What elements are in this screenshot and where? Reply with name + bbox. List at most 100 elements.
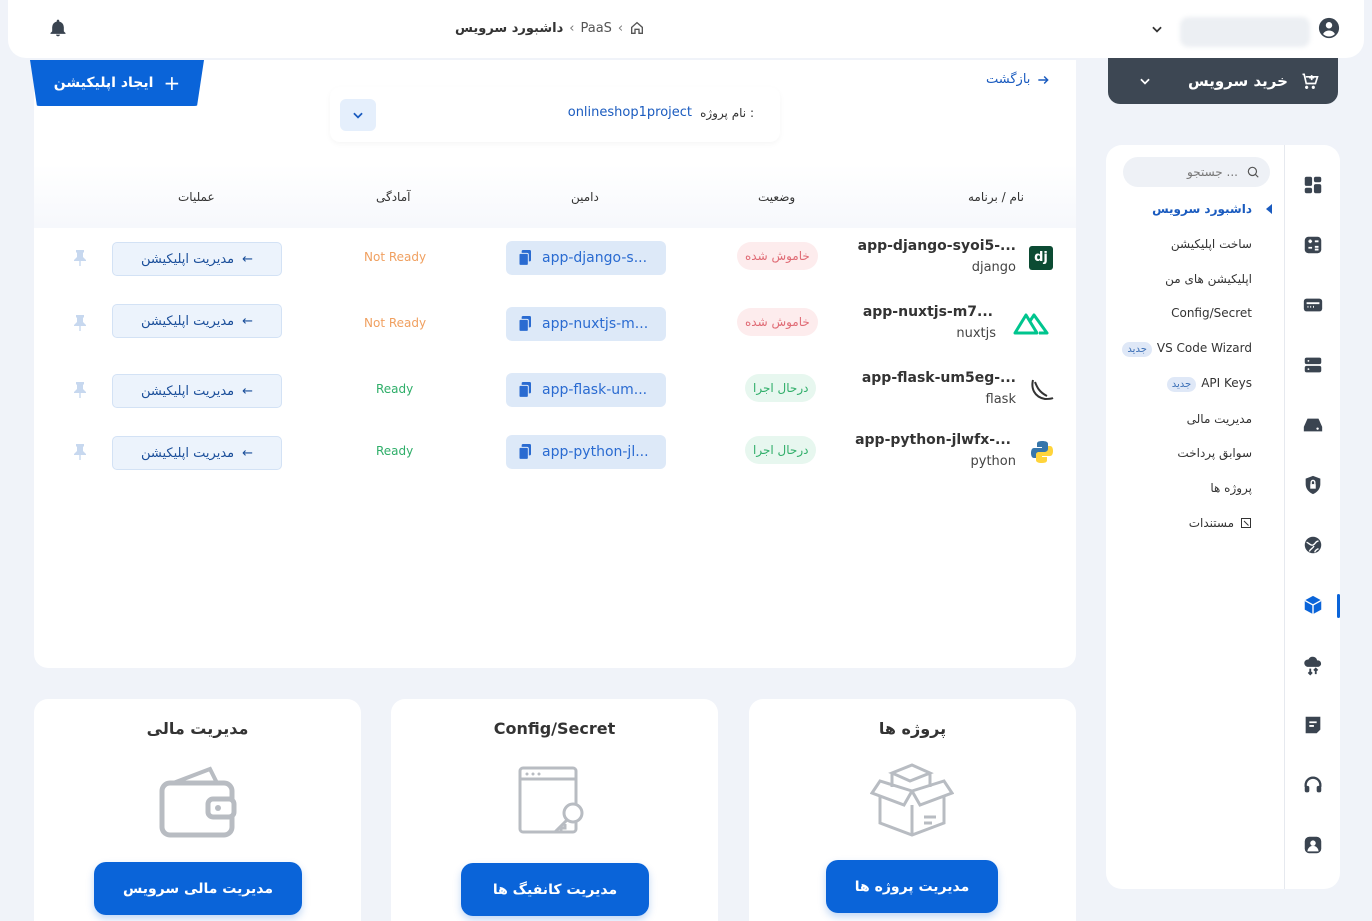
breadcrumb: داشبورد سرویس ‹ PaaS ‹ <box>455 20 645 36</box>
sidebar-item-projects[interactable]: پروژه ها <box>1210 481 1252 495</box>
pin-icon[interactable] <box>74 382 86 398</box>
sidebar-item-label: VS Code Wizard <box>1156 341 1252 355</box>
plus-icon: + <box>163 71 181 95</box>
copy-icon <box>518 250 532 266</box>
pin-icon[interactable] <box>74 315 86 331</box>
back-link[interactable]: بازگشت <box>986 72 1050 87</box>
database-icon[interactable] <box>1302 354 1324 376</box>
domain-link[interactable]: app-django-s... <box>506 241 666 275</box>
cloud-transfer-icon[interactable] <box>1302 654 1324 676</box>
new-badge: جدید <box>1166 377 1197 392</box>
domain-text: app-python-jl... <box>542 444 649 460</box>
sidebar-item-payment-history[interactable]: سوابق پرداخت <box>1177 446 1252 460</box>
status-badge: درحال اجرا <box>745 436 817 464</box>
manage-app-button[interactable]: مدیریت اپلیکیشن ← <box>112 374 282 408</box>
col-readiness: آمادگی <box>376 190 411 204</box>
nuxt-logo-icon <box>1013 312 1049 336</box>
domain-text: app-nuxtjs-m... <box>542 316 649 332</box>
search-placeholder: جستجو ... <box>1187 165 1238 179</box>
breadcrumb-current: داشبورد سرویس <box>455 20 564 36</box>
copy-icon <box>518 316 532 332</box>
sidebar-item-label: پروژه ها <box>1210 481 1252 495</box>
dashboard-icon[interactable] <box>1302 174 1324 196</box>
arrow-left-icon: ← <box>242 445 254 461</box>
config-manage-button[interactable]: مدیریت کانفیگ ها <box>461 863 649 916</box>
sidebar-item-docs[interactable]: مستندات <box>1189 516 1252 530</box>
domain-link[interactable]: app-flask-um... <box>506 373 666 407</box>
new-badge: جدید <box>1122 342 1152 357</box>
sidebar-item-label: سوابق پرداخت <box>1177 446 1252 460</box>
sidebar-item-label: داشبورد سرویس <box>1152 202 1252 216</box>
chevron-down-icon[interactable] <box>340 99 376 131</box>
sidebar-item-label: مدیریت مالی <box>1186 412 1252 426</box>
card-title: مدیریت مالی <box>146 719 249 738</box>
sidebar-item-vscode-wizard[interactable]: جدید VS Code Wizard <box>1122 341 1252 357</box>
sidebar-item-label: مستندات <box>1188 516 1234 530</box>
sidebar-item-create-app[interactable]: ساخت اپلیکیشن <box>1171 237 1252 251</box>
sidebar-item-financial[interactable]: مدیریت مالی <box>1187 412 1252 426</box>
status-badge: خاموش شده <box>737 242 818 270</box>
app-name[interactable]: app-nuxtjs-m7... <box>863 304 993 320</box>
storage-icon[interactable] <box>1302 414 1324 436</box>
app-framework: nuxtjs <box>956 326 996 341</box>
app-name[interactable]: app-flask-um5eg-... <box>862 370 1016 386</box>
user-name-blurred[interactable] <box>1180 17 1310 47</box>
django-logo-icon: dj <box>1029 246 1053 270</box>
sidebar: جستجو ... داشبورد سرویس ساخت اپلیکیشن اپ… <box>1106 145 1340 889</box>
sidebar-item-service-dashboard[interactable]: داشبورد سرویس <box>1152 202 1252 216</box>
projects-manage-button[interactable]: مدیریت پروژه ها <box>826 860 998 913</box>
financial-card: مدیریت مالی مدیریت مالی سرویس <box>34 699 361 921</box>
globe-icon[interactable] <box>1302 534 1324 556</box>
chevron-down-icon <box>1138 74 1152 88</box>
sidebar-search-input[interactable]: جستجو ... <box>1123 157 1270 187</box>
pin-icon[interactable] <box>74 444 86 460</box>
wallet-icon <box>158 763 238 839</box>
active-rail-indicator <box>1337 594 1340 618</box>
manage-app-label: مدیریت اپلیکیشن <box>140 251 235 267</box>
main-panel <box>34 60 1076 668</box>
sidebar-item-my-apps[interactable]: اپلیکیشن های من <box>1165 272 1252 286</box>
manage-app-button[interactable]: مدیریت اپلیکیشن ← <box>112 436 282 470</box>
server-icon[interactable] <box>1302 294 1324 316</box>
pin-icon[interactable] <box>74 250 86 266</box>
bell-icon[interactable] <box>48 18 68 38</box>
create-app-label: ایجاد اپلیکیشن <box>53 75 154 91</box>
buy-service-button[interactable]: خرید سرویس <box>1108 58 1338 104</box>
manage-app-button[interactable]: مدیریت اپلیکیشن ← <box>112 304 282 338</box>
create-app-button[interactable]: ایجاد اپلیکیشن + <box>30 60 204 106</box>
breadcrumb-root[interactable]: PaaS <box>580 21 611 36</box>
sidebar-item-label: API Keys <box>1201 376 1252 390</box>
sidebar-item-label: اپلیکیشن های من <box>1165 272 1252 286</box>
app-name[interactable]: app-django-syoi5-... <box>858 238 1016 254</box>
calculator-icon[interactable] <box>1302 234 1324 256</box>
sidebar-item-label: ساخت اپلیکیشن <box>1170 237 1252 251</box>
shield-lock-icon[interactable] <box>1302 474 1324 496</box>
arrow-left-icon: ← <box>242 383 254 399</box>
status-badge: درحال اجرا <box>745 374 817 402</box>
account-icon[interactable] <box>1302 834 1324 856</box>
project-selector[interactable]: نام پروژه : onlineshop1project <box>330 87 780 142</box>
readiness-label: Ready <box>376 382 414 396</box>
domain-link[interactable]: app-nuxtjs-m... <box>506 307 666 341</box>
sidebar-item-config-secret[interactable]: Config/Secret <box>1171 306 1252 320</box>
cube-icon[interactable] <box>1302 594 1324 616</box>
app-name[interactable]: app-python-jlwfx-... <box>855 432 1011 448</box>
config-key-icon <box>517 765 589 837</box>
domain-link[interactable]: app-python-jl... <box>506 435 666 469</box>
manage-app-button[interactable]: مدیریت اپلیکیشن ← <box>112 242 282 276</box>
copy-icon <box>518 444 532 460</box>
home-icon[interactable] <box>629 20 645 36</box>
financial-manage-button[interactable]: مدیریت مالی سرویس <box>94 862 302 915</box>
chevron-left-icon: ‹ <box>617 20 624 36</box>
ticket-icon[interactable] <box>1302 714 1324 736</box>
chevron-down-icon[interactable] <box>1150 22 1164 36</box>
button-label: مدیریت پروژه ها <box>854 878 970 895</box>
headset-icon[interactable] <box>1302 774 1324 796</box>
sidebar-item-api-keys[interactable]: جدید API Keys <box>1166 376 1252 392</box>
col-actions: عملیات <box>178 190 215 204</box>
readiness-label: Not Ready <box>364 316 427 330</box>
flask-logo-icon <box>1029 378 1055 402</box>
box-icon <box>870 763 954 837</box>
col-status: وضعیت <box>758 190 796 204</box>
user-avatar-icon[interactable] <box>1318 17 1340 39</box>
